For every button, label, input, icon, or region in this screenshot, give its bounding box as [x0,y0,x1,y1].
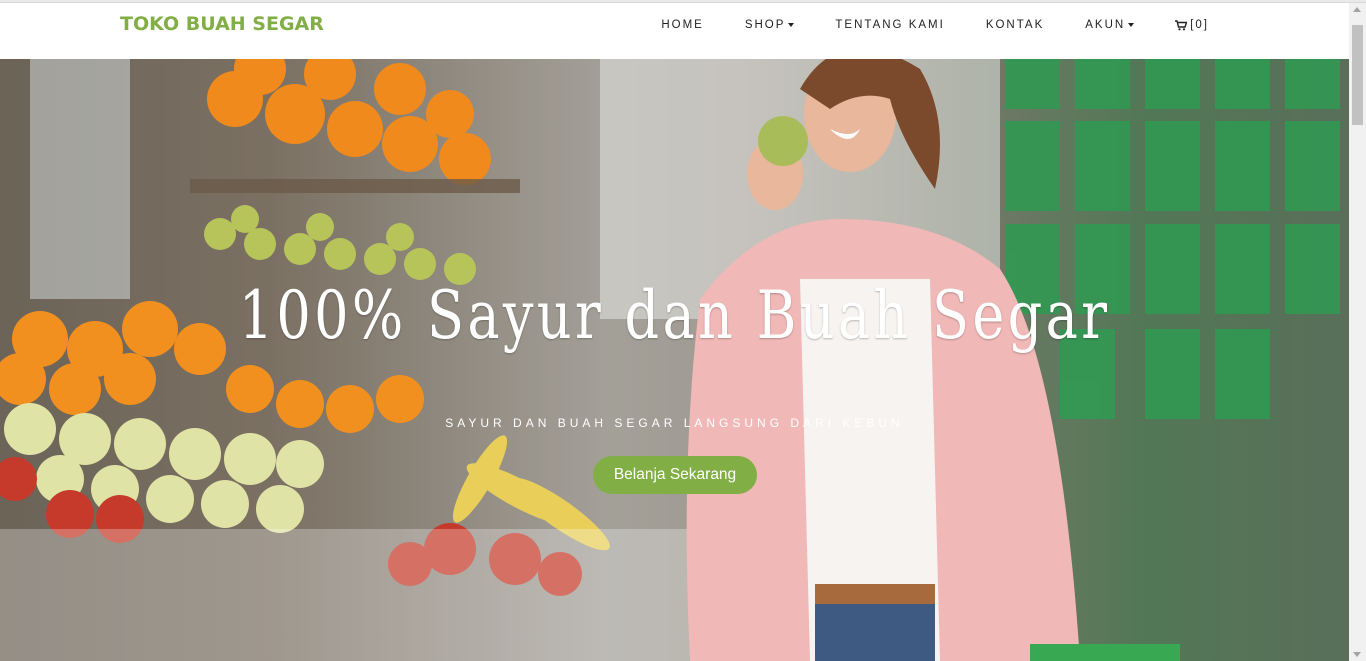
nav-menu: HOME SHOP TENTANG KAMI KONTAK AKUN [0] [661,3,1209,47]
nav-item-akun[interactable]: AKUN [1085,19,1135,31]
shop-now-button[interactable]: Belanja Sekarang [593,456,757,494]
nav-item-label: SHOP [744,19,786,31]
page-scrollbar[interactable] [1349,3,1366,661]
nav-item-shop[interactable]: SHOP [745,19,795,31]
nav-item-cart[interactable]: [0] [1175,19,1209,31]
nav-item-kontak[interactable]: KONTAK [986,19,1044,31]
hero-title: 100% Sayur dan Buah Segar [238,277,1111,354]
nav-item-label: TENTANG KAMI [835,19,945,31]
navbar: TOKO BUAH SEGAR HOME SHOP TENTANG KAMI K… [0,3,1349,59]
cart-icon [1175,19,1188,30]
scrollbar-thumb[interactable] [1352,25,1363,125]
caret-down-icon [788,23,795,27]
nav-item-label: HOME [661,19,704,31]
scroll-up-arrow-icon[interactable] [1353,7,1361,12]
hero-banner: 100% Sayur dan Buah Segar SAYUR DAN BUAH… [0,59,1349,661]
caret-down-icon [1128,23,1135,27]
nav-item-home[interactable]: HOME [661,19,704,31]
nav-item-label: KONTAK [985,19,1045,31]
hero-subtitle: SAYUR DAN BUAH SEGAR LANGSUNG DARI KEBUN [445,416,904,430]
scroll-down-arrow-icon[interactable] [1353,652,1361,657]
nav-item-label: AKUN [1085,19,1126,31]
cart-count: [0] [1190,19,1209,31]
brand-logo[interactable]: TOKO BUAH SEGAR [120,13,324,35]
nav-item-tentang-kami[interactable]: TENTANG KAMI [835,19,944,31]
hero-background-image [0,59,1349,661]
